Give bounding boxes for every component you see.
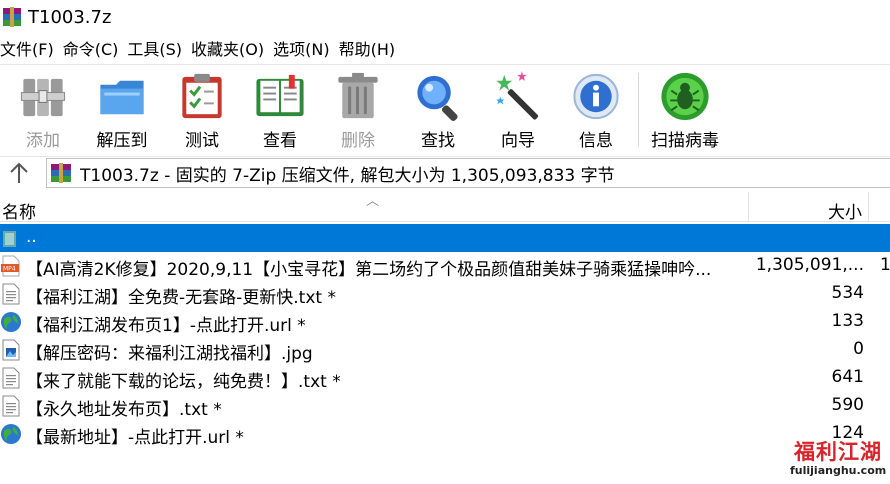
list-item[interactable]: MP4 【AI高清2K修复】2020,9,11【小宝寻花】第二场约了个极品颜值甜…: [0, 252, 890, 280]
file-name: ..: [26, 227, 37, 247]
list-item[interactable]: 【福利江湖发布页1】-点此打开.url * 133: [0, 308, 890, 336]
wizard-button[interactable]: 向导: [490, 69, 546, 151]
file-size: 1,305,091,...: [755, 255, 864, 275]
column-divider[interactable]: [748, 192, 749, 222]
column-header: ︿ 名称 大小: [0, 192, 890, 223]
file-name: 【福利江湖发布页1】-点此打开.url *: [26, 316, 306, 336]
menu-bar: 文件(F) 命令(C) 工具(S) 收藏夹(O) 选项(N) 帮助(H): [0, 34, 890, 62]
sort-ascending-icon: ︿: [366, 194, 380, 209]
toolbar-separator: [638, 73, 639, 147]
list-item[interactable]: 【来了就能下载的论坛，纯免费！】.txt * 641: [0, 364, 890, 392]
list-item[interactable]: 【最新地址】-点此打开.url * 124: [0, 420, 890, 448]
virus-bug-icon: [661, 72, 709, 121]
file-name: 【AI高清2K修复】2020,9,11【小宝寻花】第二场约了个极品颜值甜美妹子骑…: [26, 260, 712, 280]
column-name[interactable]: 名称: [2, 198, 36, 223]
delete-button[interactable]: 删除: [330, 69, 386, 151]
menu-file[interactable]: 文件(F): [0, 36, 63, 60]
info-label: 信息: [579, 131, 613, 151]
watermark-cn: 福利江湖: [794, 440, 882, 464]
extract-to-label: 解压到: [96, 131, 148, 151]
url-file-icon: [1, 424, 21, 444]
up-arrow-icon[interactable]: [6, 161, 32, 185]
scan-virus-label: 扫描病毒: [651, 131, 719, 151]
menu-favorites[interactable]: 收藏夹(O): [191, 36, 273, 60]
folder-icon: [100, 80, 144, 115]
add-label: 添加: [26, 131, 60, 151]
archive-books-icon: [20, 78, 66, 117]
column-size[interactable]: 大小: [828, 198, 862, 223]
open-book-icon: [256, 74, 304, 117]
file-name: 【最新地址】-点此打开.url *: [26, 428, 244, 448]
list-item[interactable]: 【永久地址发布页】.txt * 590: [0, 392, 890, 420]
file-name: 【来了就能下载的论坛，纯免费！】.txt *: [26, 372, 341, 392]
file-size: 534: [831, 283, 864, 303]
archive-icon: [51, 163, 71, 183]
folder-up-icon: [3, 231, 16, 247]
file-packed-size: 1: [880, 255, 890, 275]
window-title: T1003.7z: [28, 6, 112, 28]
mp4-file-icon: MP4: [1, 255, 20, 277]
list-item[interactable]: 【解压密码：来福利江湖找福利】.jpg 0: [0, 336, 890, 364]
list-item-parent[interactable]: ..: [0, 224, 890, 252]
svg-text:MP4: MP4: [3, 266, 16, 273]
list-item[interactable]: 【福利江湖】全免费-无套路-更新快.txt * 534: [0, 280, 890, 308]
extract-to-button[interactable]: 解压到: [90, 69, 154, 151]
info-icon: [573, 73, 619, 120]
winrar-app-icon: [3, 7, 21, 27]
url-file-icon: [1, 312, 21, 332]
wizard-label: 向导: [501, 131, 535, 151]
info-button[interactable]: 信息: [568, 69, 624, 151]
site-watermark: 福利江湖 fulijianghu.com: [790, 436, 886, 480]
view-label: 查看: [263, 131, 297, 151]
text-file-icon: [2, 283, 20, 305]
menu-tools[interactable]: 工具(S): [127, 36, 191, 60]
file-size: 590: [831, 395, 864, 415]
find-label: 查找: [421, 131, 455, 151]
title-bar: T1003.7z: [0, 0, 890, 34]
image-file-icon: [2, 339, 20, 361]
scan-virus-button[interactable]: 扫描病毒: [648, 69, 722, 151]
add-button[interactable]: 添加: [14, 69, 72, 151]
path-text: T1003.7z - 固实的 7-Zip 压缩文件, 解包大小为 1,305,0…: [80, 165, 615, 186]
view-button[interactable]: 查看: [250, 69, 310, 151]
address-bar: T1003.7z - 固实的 7-Zip 压缩文件, 解包大小为 1,305,0…: [0, 156, 890, 188]
path-field[interactable]: T1003.7z - 固实的 7-Zip 压缩文件, 解包大小为 1,305,0…: [46, 158, 890, 188]
file-name: 【永久地址发布页】.txt *: [26, 400, 222, 420]
find-button[interactable]: 查找: [410, 69, 466, 151]
menu-options[interactable]: 选项(N): [273, 36, 338, 60]
delete-label: 删除: [341, 131, 375, 151]
watermark-en: fulijianghu.com: [790, 464, 887, 477]
menu-commands[interactable]: 命令(C): [63, 36, 128, 60]
menu-help[interactable]: 帮助(H): [339, 36, 405, 60]
file-name: 【福利江湖】全免费-无套路-更新快.txt *: [26, 288, 336, 308]
magic-wand-icon: [496, 70, 539, 120]
toolbar: 添加 解压到 测试 查看 删除 查找 向导 信息 扫描病毒: [0, 64, 890, 154]
file-size: 641: [831, 367, 864, 387]
magnifier-icon: [417, 75, 458, 122]
file-name: 【解压密码：来福利江湖找福利】.jpg: [26, 344, 313, 364]
clipboard-check-icon: [182, 73, 222, 119]
file-size: 133: [831, 311, 864, 331]
trash-can-icon: [338, 72, 378, 119]
test-label: 测试: [185, 131, 219, 151]
test-button[interactable]: 测试: [174, 69, 230, 151]
column-divider[interactable]: [868, 192, 869, 222]
text-file-icon: [2, 395, 20, 417]
text-file-icon: [2, 367, 20, 389]
file-size: 0: [853, 339, 864, 359]
